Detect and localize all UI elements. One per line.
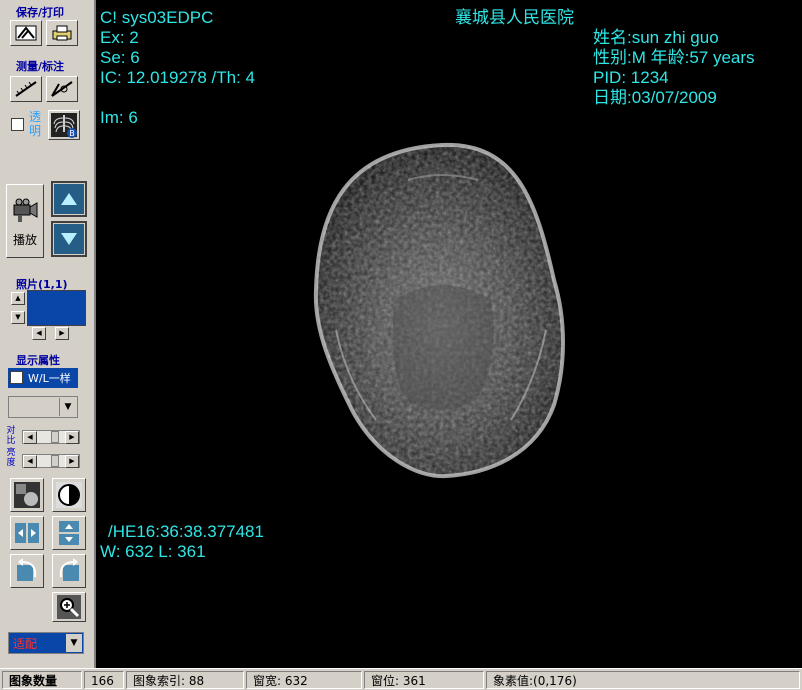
save-print-title: 保存/打印 <box>16 6 65 19</box>
chest-xray-icon: B <box>51 113 77 138</box>
hospital-name: 襄城县人民医院 <box>455 8 574 27</box>
he-timestamp-text: /HE16:36:38.377481 <box>108 522 264 541</box>
chevron-down-icon: ▼ <box>59 398 76 416</box>
photo-scroll-left[interactable]: ◀ <box>32 327 46 340</box>
rotate-left-icon <box>17 558 37 581</box>
play-button[interactable]: 播放 <box>6 184 44 258</box>
window-level-status: 窗位: 361 <box>364 671 484 689</box>
transparent-label: 透明 <box>29 110 42 138</box>
invert-button[interactable] <box>10 478 44 512</box>
contrast-left-arrow[interactable]: ◀ <box>23 431 37 444</box>
previous-image-button[interactable] <box>51 181 87 217</box>
flip-horizontal-icon <box>15 523 39 543</box>
printer-icon <box>52 25 72 41</box>
image-number-text: Im: 6 <box>100 108 138 127</box>
image-count-value: 166 <box>84 671 124 689</box>
save-button[interactable] <box>10 20 42 46</box>
contrast-circle-icon <box>56 482 82 508</box>
flip-vertical-icon <box>59 521 79 545</box>
exam-number-text: Ex: 2 <box>100 28 139 47</box>
ruler-button[interactable] <box>10 76 42 102</box>
photo-scroll-down[interactable]: ▼ <box>11 311 25 324</box>
video-camera-icon <box>13 198 38 222</box>
contrast-toggle-button[interactable] <box>52 478 86 512</box>
patient-id-text: PID: 1234 <box>593 68 669 87</box>
brightness-label: 亮度 <box>6 448 16 468</box>
arrow-up-icon <box>61 193 77 205</box>
flip-horizontal-button[interactable] <box>10 516 44 550</box>
rotate-left-button[interactable] <box>10 554 44 588</box>
wl-same-label: W/L一样 <box>28 372 71 385</box>
fit-mode-select[interactable]: 适配 ▼ <box>8 632 84 654</box>
next-image-button[interactable] <box>51 221 87 257</box>
invert-icon <box>14 482 40 508</box>
xray-button[interactable]: B <box>48 110 80 140</box>
patient-name-text: 姓名:sun zhi guo <box>593 28 719 47</box>
fit-mode-value: 适配 <box>13 637 38 651</box>
window-width-text: 窗宽: 632 <box>246 671 362 689</box>
angle-button[interactable] <box>46 76 78 102</box>
brightness-thumb[interactable] <box>51 455 59 467</box>
measure-annotate-title: 测量/标注 <box>16 60 65 73</box>
display-select[interactable]: ▼ <box>8 396 78 418</box>
print-button[interactable] <box>46 20 78 46</box>
brightness-left-arrow[interactable]: ◀ <box>23 455 37 468</box>
image-viewer[interactable]: C! sys03EDPC Ex: 2 Se: 6 IC: 12.019278 /… <box>94 0 802 668</box>
photo-thumbnail-area[interactable] <box>27 290 86 326</box>
angle-icon <box>51 81 73 97</box>
image-count-label: 图象数量 <box>2 671 82 689</box>
ruler-icon <box>15 81 37 97</box>
scanner-id-text: C! sys03EDPC <box>100 8 214 27</box>
rotate-right-icon <box>59 558 79 581</box>
wl-same-checkbox[interactable] <box>10 371 23 384</box>
ic-thickness-text: IC: 12.019278 /Th: 4 <box>100 68 255 87</box>
window-level-text: W: 632 L: 361 <box>100 542 206 561</box>
zoom-button[interactable] <box>52 592 86 622</box>
arrow-down-icon <box>61 233 77 245</box>
status-bar: 图象数量 166 图象索引: 88 窗宽: 632 窗位: 361 象素值:(0… <box>0 668 802 690</box>
series-number-text: Se: 6 <box>100 48 140 67</box>
contrast-label: 对比 <box>6 426 16 446</box>
pixel-value-text: 象素值:(0,176) <box>486 671 800 689</box>
magnifier-zoom-icon <box>57 595 81 619</box>
display-properties-title: 显示属性 <box>16 354 60 367</box>
chevron-down-icon: ▼ <box>66 634 82 652</box>
save-icon <box>15 25 37 41</box>
wl-same-row[interactable]: W/L一样 <box>8 368 78 388</box>
photo-scroll-up[interactable]: ▲ <box>11 292 25 305</box>
brightness-slider[interactable]: ◀ ▶ <box>22 454 80 468</box>
contrast-right-arrow[interactable]: ▶ <box>65 431 79 444</box>
study-date-text: 日期:03/07/2009 <box>593 88 717 107</box>
play-label: 播放 <box>12 232 37 247</box>
brightness-right-arrow[interactable]: ▶ <box>65 455 79 468</box>
contrast-thumb[interactable] <box>51 431 59 443</box>
contrast-slider[interactable]: ◀ ▶ <box>22 430 80 444</box>
left-toolbar: 保存/打印 测量/标注 透明 B 播放 照片(1,1) ▲ ▼ ◀ ▶ 显示属性… <box>0 0 94 668</box>
flip-vertical-button[interactable] <box>52 516 86 550</box>
photo-scroll-right[interactable]: ▶ <box>55 327 69 340</box>
xray-badge: B <box>69 129 75 138</box>
rotate-right-button[interactable] <box>52 554 86 588</box>
transparent-checkbox[interactable] <box>11 118 24 131</box>
image-index-text: 图象索引: 88 <box>126 671 244 689</box>
patient-sex-age-text: 性别:M 年龄:57 years <box>593 48 755 67</box>
